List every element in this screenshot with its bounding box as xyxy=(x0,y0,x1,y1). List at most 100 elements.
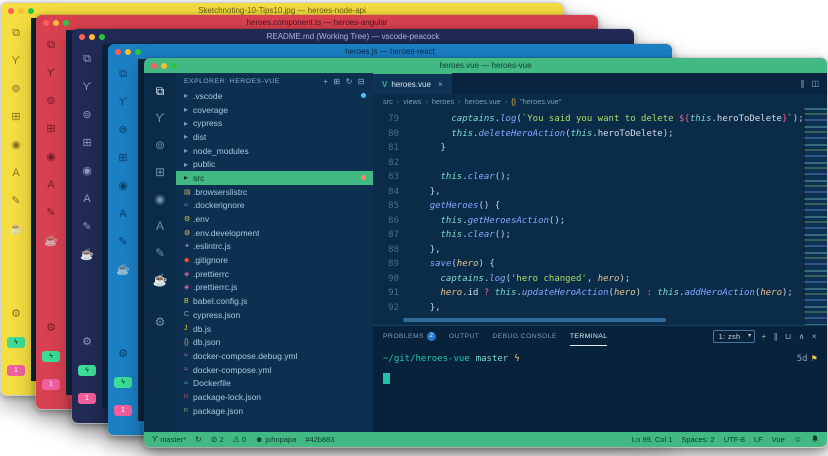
close-window-button[interactable] xyxy=(115,48,121,55)
new-folder-icon[interactable]: ⊞ xyxy=(333,77,340,86)
code-line[interactable]: 80 this.deleteHeroAction(this.heroToDele… xyxy=(373,127,827,142)
breadcrumb-item[interactable]: views xyxy=(403,97,421,106)
status-item-eol[interactable]: LF xyxy=(754,435,763,444)
tree-file-babel.config.js[interactable]: Bbabel.config.js xyxy=(176,294,373,308)
github-icon[interactable]: ◉ xyxy=(46,152,56,163)
settings-gear-icon[interactable]: ⚙ xyxy=(82,337,92,348)
breadcrumb-item[interactable]: src xyxy=(383,97,393,106)
files-icon[interactable]: ⧉ xyxy=(47,40,55,51)
tree-file-.env.development[interactable]: ⚙ .env.development xyxy=(176,226,373,240)
tree-file-package-lock.json[interactable]: n package-lock.json xyxy=(176,390,373,404)
breadcrumb-item[interactable]: heroes xyxy=(432,97,454,106)
window-titlebar[interactable]: heroes.vue — heroes-vue xyxy=(144,58,827,73)
debug-icon[interactable]: ⊚ xyxy=(118,125,127,136)
source-control-icon[interactable]: ϒ xyxy=(119,97,128,108)
coffee-icon[interactable]: ☕ xyxy=(116,265,130,276)
panel-tab-output[interactable]: OUTPUT xyxy=(449,326,479,346)
status-item-feedback[interactable]: ☺ xyxy=(794,435,802,444)
refresh-icon[interactable]: ↻ xyxy=(346,77,353,86)
status-item-sync[interactable]: ↻ xyxy=(195,435,202,444)
coffee-icon[interactable]: ☕ xyxy=(80,250,94,261)
minimize-window-button[interactable] xyxy=(89,33,95,40)
activity-bar[interactable]: ⧉ ϒ ⊚ ⊞ ◉ A ✎ ☕ ⚙ ϟ 1 xyxy=(72,44,102,409)
edit-icon[interactable]: ✎ xyxy=(118,237,127,248)
window-titlebar[interactable]: README.md (Working Tree) — vscode-peacoc… xyxy=(72,29,634,44)
notification-badge[interactable]: 1 xyxy=(78,393,96,404)
terminal-content[interactable]: ~/git/heroes-vue master ϟ 5d ⚑ xyxy=(373,346,827,432)
tree-file-.prettierrc.js[interactable]: ◈ .prettierrc.js xyxy=(176,281,373,295)
lightning-badge[interactable]: ϟ xyxy=(42,351,60,362)
status-item-git-branch[interactable]: ϒmaster* xyxy=(152,435,186,444)
tree-folder-node_modules[interactable]: ▸ node_modules xyxy=(176,144,373,158)
source-control-icon[interactable]: ϒ xyxy=(47,68,56,79)
lightning-badge[interactable]: ϟ xyxy=(78,365,96,376)
tree-folder-.vscode[interactable]: ▸ .vscode xyxy=(176,89,373,103)
horizontal-scrollbar[interactable] xyxy=(403,318,667,322)
github-icon[interactable]: ◉ xyxy=(118,181,128,192)
notification-badge[interactable]: 1 xyxy=(7,365,25,376)
debug-icon[interactable]: ⊚ xyxy=(155,139,165,151)
settings-gear-icon[interactable]: ⚙ xyxy=(46,323,56,334)
extensions-icon[interactable]: ⊞ xyxy=(118,153,127,164)
notification-badge[interactable]: 1 xyxy=(114,405,132,416)
activity-bar[interactable]: ⧉ ϒ ⊚ ⊞ ◉ A ✎ ☕ ⚙ ϟ 1 xyxy=(108,59,138,421)
coffee-icon[interactable]: ☕ xyxy=(153,274,168,286)
lightning-badge[interactable]: ϟ xyxy=(114,377,132,388)
panel-tab-debug-console[interactable]: DEBUG CONSOLE xyxy=(492,326,557,346)
window-heroes-vue[interactable]: heroes.vue — heroes-vue ⧉ ϒ ⊚ ⊞ ◉ A ✎ ☕ ⚙ EXPLOR… xyxy=(143,57,828,448)
tree-file-db.json[interactable]: {} db.json xyxy=(176,335,373,349)
source-control-icon[interactable]: ϒ xyxy=(83,82,92,93)
extensions-icon[interactable]: ⊞ xyxy=(11,112,20,123)
code-line[interactable]: 88 }, xyxy=(373,243,827,258)
extensions-icon[interactable]: ⊞ xyxy=(155,166,165,178)
split-editor-icon[interactable]: ∥ xyxy=(800,79,804,88)
tree-file-db.js[interactable]: Jdb.js xyxy=(176,322,373,336)
debug-icon[interactable]: ⊚ xyxy=(82,110,91,121)
angular-icon[interactable]: A xyxy=(156,220,164,232)
angular-icon[interactable]: A xyxy=(47,180,54,191)
terminal-select[interactable]: 1: zsh ▾ xyxy=(712,329,755,343)
close-window-button[interactable] xyxy=(79,33,85,40)
new-file-icon[interactable]: + xyxy=(323,77,328,86)
tree-file-.prettierrc[interactable]: ◈ .prettierrc xyxy=(176,267,373,281)
source-control-icon[interactable]: ϒ xyxy=(12,56,21,67)
zoom-window-button[interactable] xyxy=(28,7,34,14)
traffic-lights[interactable] xyxy=(8,7,34,14)
activity-bar[interactable]: ⧉ ϒ ⊚ ⊞ ◉ A ✎ ☕ ⚙ ϟ 1 xyxy=(1,18,31,381)
code-line[interactable]: 79 captains.log(`You said you want to de… xyxy=(373,112,827,127)
files-icon[interactable]: ⧉ xyxy=(119,69,127,80)
kill-terminal-icon[interactable]: ⊔ xyxy=(785,332,792,341)
source-control-icon[interactable]: ϒ xyxy=(155,112,164,124)
traffic-lights[interactable] xyxy=(79,33,105,40)
status-item-language-mode[interactable]: Vue xyxy=(772,435,785,444)
code-line[interactable]: 86 this.getHeroesAction(); xyxy=(373,214,827,229)
code-line[interactable]: 84 }, xyxy=(373,185,827,200)
tree-file-.env[interactable]: ⚙ .env xyxy=(176,212,373,226)
collapse-folders-icon[interactable]: ⊟ xyxy=(358,77,365,86)
code-line[interactable]: 91 hero.id ? this.updateHeroAction(hero)… xyxy=(373,286,827,301)
angular-icon[interactable]: A xyxy=(12,168,19,179)
code-line[interactable]: 82 xyxy=(373,156,827,171)
code-line[interactable]: 89 save(hero) { xyxy=(373,257,827,272)
zoom-window-button[interactable] xyxy=(99,33,105,40)
lightning-badge[interactable]: ϟ xyxy=(7,337,25,348)
github-icon[interactable]: ◉ xyxy=(11,140,21,151)
status-item-account[interactable]: ☻ johnpapa xyxy=(255,435,296,444)
angular-icon[interactable]: A xyxy=(83,194,90,205)
breadcrumb-item[interactable]: heroes.vue xyxy=(465,97,501,106)
tree-file-.eslintrc.js[interactable]: ✦ .eslintrc.js xyxy=(176,240,373,254)
tree-folder-coverage[interactable]: ▸ coverage xyxy=(176,103,373,117)
status-item-errors[interactable]: ⊘ 2 xyxy=(211,435,224,444)
debug-icon[interactable]: ⊚ xyxy=(11,84,20,95)
terminal-cursor[interactable] xyxy=(383,373,390,384)
maximize-panel-icon[interactable]: ∧ xyxy=(799,332,805,341)
tree-folder-src[interactable]: ▸ src xyxy=(176,171,373,185)
files-icon[interactable]: ⧉ xyxy=(12,28,20,39)
tree-file-package.json[interactable]: n package.json xyxy=(176,404,373,418)
tree-file-Dockerfile[interactable]: ≈ Dockerfile xyxy=(176,376,373,390)
status-item-warnings[interactable]: ⚠ 0 xyxy=(233,435,246,444)
edit-icon[interactable]: ✎ xyxy=(46,208,55,219)
status-item-peacock-color[interactable]: #42b883 xyxy=(305,435,334,444)
traffic-lights[interactable] xyxy=(43,19,69,26)
code-line[interactable]: 85 getHeroes() { xyxy=(373,199,827,214)
